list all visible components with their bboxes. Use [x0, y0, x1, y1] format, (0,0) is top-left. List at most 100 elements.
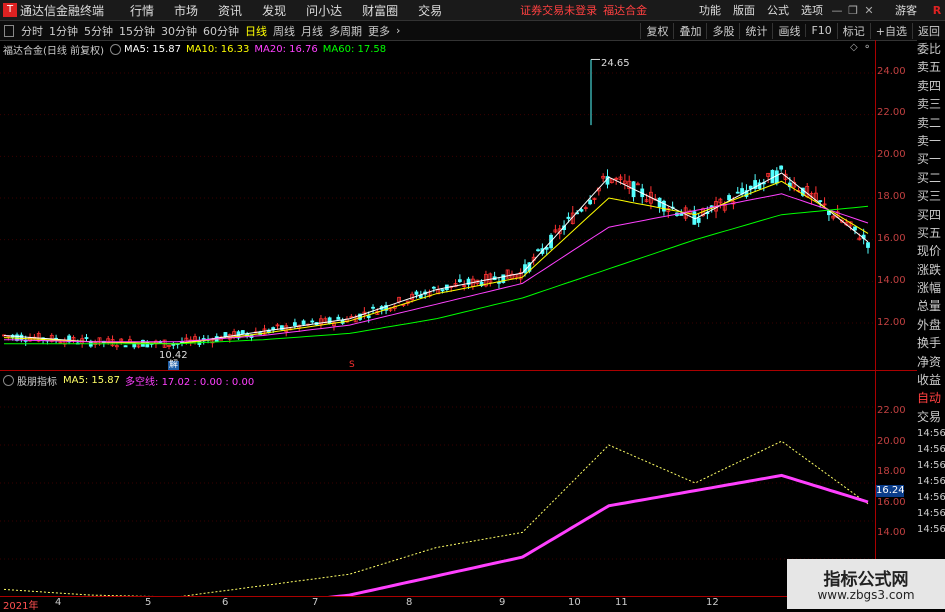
menu-layout[interactable]: 版面 [727, 2, 761, 18]
side-item-buy4[interactable]: 买四 [917, 206, 945, 224]
main-axis-label: 24.00 [877, 66, 906, 77]
menu-trade[interactable]: 交易 [408, 2, 452, 19]
sub-axis-label: 18.00 [877, 466, 906, 477]
side-item-outer[interactable]: 外盘 [917, 316, 945, 334]
overlay-button[interactable]: 叠加 [673, 22, 706, 39]
statistics-button[interactable]: 统计 [739, 22, 772, 39]
side-item-nav[interactable]: 净资 [917, 353, 945, 371]
chart-expand-icon[interactable]: ◇ [850, 42, 858, 53]
side-item-trade[interactable]: 交易 [917, 408, 945, 426]
draw-line-button[interactable]: 画线 [772, 22, 805, 39]
candle-body [774, 170, 779, 184]
toolbar-toggle-icon[interactable] [4, 24, 14, 37]
quote-side-panel: 委比 卖五 卖四 卖三 卖二 卖一 买一 买二 买三 买四 买五 现价 涨跌 涨… [917, 40, 945, 609]
side-item-sell1[interactable]: 卖一 [917, 132, 945, 150]
high-price-label: 24.65 [601, 58, 630, 69]
menu-formula[interactable]: 公式 [761, 2, 795, 18]
menu-market[interactable]: 市场 [164, 2, 208, 19]
period-multi[interactable]: 多周期 [326, 23, 365, 39]
side-item-buy2[interactable]: 买二 [917, 169, 945, 187]
tick-time: 14:56 [917, 524, 945, 536]
current-price-tag: 16.24 [876, 485, 905, 497]
date-tick: 10 [568, 597, 581, 608]
tick-time: 14:56 [917, 460, 945, 472]
date-tick: 7 [312, 597, 319, 608]
indicator-chart[interactable] [0, 371, 875, 596]
current-stock-name: 福达合金 [603, 4, 648, 17]
date-tick: 2021年 [3, 601, 39, 612]
mark-button[interactable]: 标记 [836, 22, 870, 39]
adjust-button[interactable]: 复权 [640, 22, 673, 39]
menu-news[interactable]: 资讯 [208, 2, 252, 19]
event-marker-icon[interactable]: S [349, 361, 355, 370]
side-item-turnover[interactable]: 换手 [917, 334, 945, 352]
menu-options[interactable]: 选项 [795, 2, 829, 18]
side-item-sell2[interactable]: 卖二 [917, 114, 945, 132]
main-legend: 福达合金(日线 前复权) MA5: 15.87 MA10: 16.33 MA20… [3, 42, 387, 57]
period-15min[interactable]: 15分钟 [116, 23, 158, 39]
sub-axis-label: 14.00 [877, 527, 906, 538]
period-more[interactable]: 更多 [365, 23, 393, 39]
period-intraday[interactable]: 分时 [18, 23, 46, 39]
period-weekly[interactable]: 周线 [270, 23, 298, 39]
restore-icon[interactable]: ❐ [845, 4, 861, 17]
side-item-eps[interactable]: 收益 [917, 371, 945, 389]
main-kline-chart[interactable] [0, 40, 875, 370]
menu-ask[interactable]: 问小达 [296, 2, 352, 19]
main-legend-stock: 福达合金(日线 前复权) [3, 45, 104, 57]
f10-button[interactable]: F10 [805, 24, 836, 37]
menu-wealth-circle[interactable]: 财富圈 [352, 2, 408, 19]
side-item-sell4[interactable]: 卖四 [917, 77, 945, 95]
period-1min[interactable]: 1分钟 [46, 23, 81, 39]
menu-market-quotes[interactable]: 行情 [120, 2, 164, 19]
side-item-change-pct[interactable]: 涨幅 [917, 279, 945, 297]
candle-body [853, 226, 857, 231]
chevron-right-icon[interactable]: › [393, 24, 403, 37]
legend-settings-icon[interactable] [109, 43, 121, 55]
app-title: 通达信金融终端 [20, 3, 105, 18]
legend-ma60: MA60: 17.58 [322, 43, 387, 55]
price-axis-separator [875, 40, 876, 596]
side-item-volume[interactable]: 总量 [917, 297, 945, 315]
tick-time: 14:56 [917, 476, 945, 488]
side-item-price[interactable]: 现价 [917, 242, 945, 260]
multi-stock-button[interactable]: 多股 [706, 22, 739, 39]
period-30min[interactable]: 30分钟 [158, 23, 200, 39]
period-daily[interactable]: 日线 [242, 23, 270, 39]
sub-axis-label: 20.00 [877, 436, 906, 447]
sub-legend-settings-icon[interactable] [3, 374, 14, 386]
menu-discover[interactable]: 发现 [252, 2, 296, 19]
side-item-buy1[interactable]: 买一 [917, 150, 945, 168]
add-watchlist-button[interactable]: +自选 [869, 22, 912, 39]
candle-body [779, 165, 784, 170]
side-item-change[interactable]: 涨跌 [917, 261, 945, 279]
unlock-badge[interactable]: 解 [168, 361, 180, 370]
period-monthly[interactable]: 月线 [298, 23, 326, 39]
candle-body [301, 320, 306, 325]
side-item-buy5[interactable]: 买五 [917, 224, 945, 242]
side-item-sell3[interactable]: 卖三 [917, 95, 945, 113]
candle-body [536, 249, 540, 252]
menu-function[interactable]: 功能 [693, 2, 727, 18]
side-item-buy3[interactable]: 买三 [917, 187, 945, 205]
period-60min[interactable]: 60分钟 [200, 23, 242, 39]
back-button[interactable]: 返回 [912, 22, 945, 39]
chart-close-icon[interactable]: ⚬ [863, 42, 871, 53]
guest-user[interactable]: 游客 [895, 2, 917, 18]
watermark-title: 指标公式网 [823, 570, 909, 590]
period-5min[interactable]: 5分钟 [81, 23, 116, 39]
minimize-icon[interactable]: — [829, 4, 845, 17]
date-tick: 11 [615, 597, 628, 608]
side-item-auto[interactable]: 自动 [917, 389, 945, 407]
candle-body [818, 200, 823, 203]
side-item-weibi[interactable]: 委比 [917, 40, 945, 58]
ma-line-ma10 [3, 180, 869, 345]
side-item-sell5[interactable]: 卖五 [917, 58, 945, 76]
candle-body [579, 209, 584, 212]
date-tick: 4 [55, 597, 62, 608]
candle-body [123, 345, 128, 348]
candle-body [371, 306, 375, 309]
sub-axis-label: 22.00 [877, 405, 906, 416]
trade-login-warning[interactable]: 证券交易未登录 [520, 2, 597, 18]
close-icon[interactable]: ✕ [861, 4, 877, 17]
